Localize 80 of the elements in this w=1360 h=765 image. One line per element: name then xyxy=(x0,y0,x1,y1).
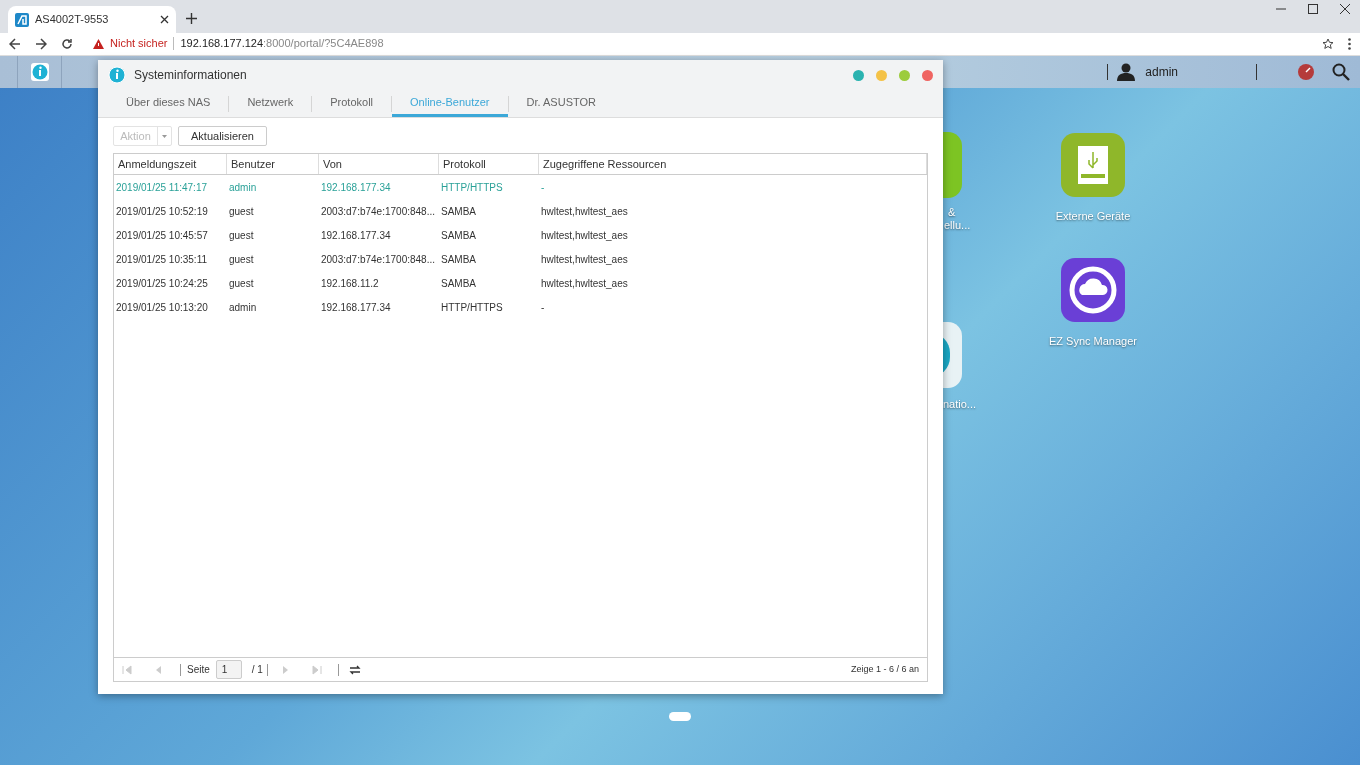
url-text: 192.168.177.124:8000/portal/?5C4AE898 xyxy=(180,36,384,52)
table-cell-text: hwltest,hwltest_aes xyxy=(540,228,629,243)
table-cell-text: hwltest,hwltest_aes xyxy=(540,204,629,219)
app-label: natio... xyxy=(943,397,977,412)
app-label: ellu... xyxy=(944,219,971,232)
table-cell-text: guest xyxy=(228,228,255,243)
info-app-icon xyxy=(108,66,126,84)
table-row[interactable]: 2019/01/25 10:45:57 guest 192.168.177.34 SAMBA hwltest,hwltest_aes xyxy=(114,223,927,247)
column-header[interactable]: Anmeldungszeit xyxy=(114,154,227,174)
warning-icon xyxy=(93,38,104,49)
user-name[interactable]: admin xyxy=(1145,63,1178,81)
browser-tab[interactable]: AS4002T-9553 xyxy=(8,6,176,33)
table-cell-text: admin xyxy=(228,300,258,315)
window-title: Systeminformationen xyxy=(134,67,248,84)
table-cell-text: 192.168.177.34 xyxy=(320,300,392,315)
tab[interactable]: Über dieses NAS xyxy=(108,90,229,117)
table-cell-text: 192.168.177.34 xyxy=(320,180,392,195)
column-header[interactable]: Benutzer xyxy=(227,154,319,174)
table-row[interactable]: 2019/01/25 10:13:20 admin 192.168.177.34 HTTP/HTTPS - xyxy=(114,295,927,319)
refresh-button[interactable]: Aktualisieren xyxy=(178,126,267,146)
close-icon[interactable] xyxy=(160,15,169,24)
close-icon[interactable] xyxy=(1340,4,1350,14)
tab[interactable]: Protokoll xyxy=(312,90,391,117)
table-cell-text: SAMBA xyxy=(440,276,477,291)
table-cell-text: 2019/01/25 10:13:20 xyxy=(115,300,209,315)
table-row[interactable]: 2019/01/25 10:35:11 guest 2003:d7:b74e:1700:848... SAMBA hwltest,hwltest_aes xyxy=(114,247,927,271)
table-cell-text: 192.168.11.2 xyxy=(320,276,380,291)
tab-title: AS4002T-9553 xyxy=(35,12,110,28)
table-row[interactable]: 2019/01/25 10:24:25 guest 192.168.11.2 SAMBA hwltest,hwltest_aes xyxy=(114,271,927,295)
record-summary: Zeige 1 - 6 / 6 an xyxy=(850,662,919,676)
menu-icon[interactable] xyxy=(1348,37,1351,50)
app-label: EZ Sync Manager xyxy=(1048,333,1137,349)
table-cell-text: 192.168.177.34 xyxy=(320,228,392,243)
page-label: Seite xyxy=(187,663,210,677)
table-cell-text: 2019/01/25 11:47:17 xyxy=(115,180,208,195)
table-cell-text: - xyxy=(540,300,546,315)
page-total: / 1 xyxy=(251,663,263,677)
new-tab-icon[interactable] xyxy=(186,13,197,24)
app-label: & xyxy=(948,206,957,219)
refresh-icon[interactable] xyxy=(348,664,361,675)
table-cell-text: 2003:d7:b74e:1700:848... xyxy=(320,252,436,267)
table-row[interactable]: 2019/01/25 10:52:19 guest 2003:d7:b74e:1700:848... SAMBA hwltest,hwltest_aes xyxy=(114,199,927,223)
reload-icon[interactable] xyxy=(61,37,73,50)
user-icon[interactable] xyxy=(1117,63,1136,81)
nas-logo-icon xyxy=(15,12,29,27)
forward-icon[interactable] xyxy=(35,37,47,50)
table-cell-text: HTTP/HTTPS xyxy=(440,180,504,195)
table-cell-text: SAMBA xyxy=(440,204,477,219)
table-cell-text: - xyxy=(540,180,546,195)
search-icon[interactable] xyxy=(1332,63,1350,81)
dashboard-icon[interactable] xyxy=(1297,63,1315,81)
page-field[interactable]: 1 xyxy=(215,660,242,679)
tab[interactable]: Netzwerk xyxy=(229,90,312,117)
column-header[interactable]: Protokoll xyxy=(439,154,539,174)
address-field[interactable]: Nicht sicher 192.168.177.124:8000/portal/?5C4AE898 xyxy=(93,35,384,52)
table-cell-text: SAMBA xyxy=(440,252,477,267)
caret-icon xyxy=(162,134,167,138)
security-label: Nicht sicher xyxy=(110,36,168,52)
table-cell-text: admin xyxy=(228,180,258,195)
tab[interactable]: Dr. ASUSTOR xyxy=(508,90,614,117)
column-header[interactable]: Zugegriffene Ressourcen xyxy=(539,154,927,174)
column-header[interactable]: Von xyxy=(319,154,439,174)
table-cell-text: hwltest,hwltest_aes xyxy=(540,252,629,267)
table-cell-text: guest xyxy=(228,204,255,219)
table-cell-text: HTTP/HTTPS xyxy=(440,300,504,315)
cloud-sync-icon[interactable] xyxy=(1060,256,1126,323)
table-cell-text: hwltest,hwltest_aes xyxy=(540,276,629,291)
table-cell-text: guest xyxy=(228,252,255,267)
table-cell-text: 2019/01/25 10:35:11 xyxy=(115,252,208,267)
app-label: Externe Geräte xyxy=(1055,209,1131,224)
table-cell-text: SAMBA xyxy=(440,228,477,243)
table-cell-text: 2019/01/25 10:52:19 xyxy=(115,204,209,219)
dock-handle[interactable] xyxy=(669,712,691,721)
star-icon[interactable] xyxy=(1322,37,1334,50)
maximize-icon[interactable] xyxy=(1308,4,1318,14)
table-cell-text: 2003:d7:b74e:1700:848... xyxy=(320,204,436,219)
table-cell-text: 2019/01/25 10:24:25 xyxy=(115,276,209,291)
back-icon[interactable] xyxy=(9,37,21,50)
table-cell-text: 2019/01/25 10:45:57 xyxy=(115,228,209,243)
table-cell-text: guest xyxy=(228,276,255,291)
